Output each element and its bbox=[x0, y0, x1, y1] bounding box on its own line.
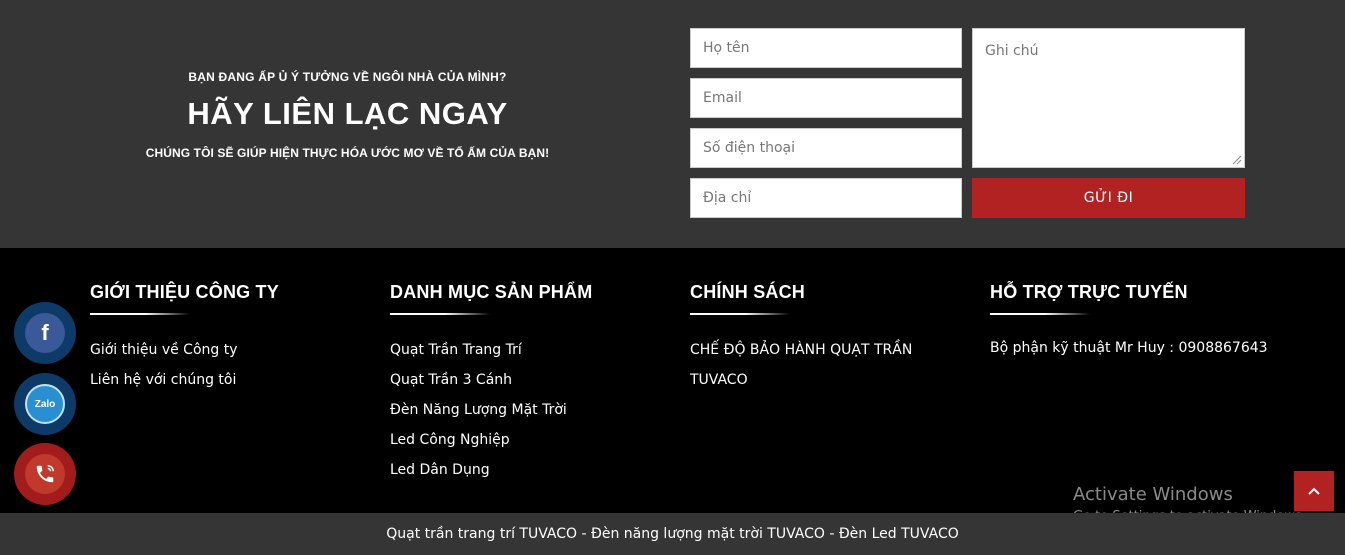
note-textarea[interactable]: Ghi chú bbox=[972, 28, 1245, 168]
contact-kicker: BẠN ĐANG ẤP Ủ Ý TƯỞNG VỀ NGÔI NHÀ CỦA MÌ… bbox=[188, 70, 507, 84]
name-placeholder: Họ tên bbox=[703, 40, 750, 56]
footer-link-text[interactable]: Liên hệ với chúng tôi bbox=[90, 372, 236, 388]
footer-link[interactable]: Quạt Trần 3 Cánh bbox=[390, 365, 680, 395]
footer-link[interactable]: CHẾ ĐỘ BẢO HÀNH QUẠT TRẦN TUVACO bbox=[690, 335, 930, 395]
footer-column-about: GIỚI THIỆU CÔNG TY Giới thiệu về Công ty… bbox=[90, 282, 380, 395]
note-placeholder: Ghi chú bbox=[985, 43, 1039, 59]
phone-ring-icon bbox=[36, 465, 54, 483]
footer-link[interactable]: Giới thiệu về Công ty bbox=[90, 335, 380, 365]
facebook-button[interactable]: f bbox=[14, 302, 76, 364]
footer: GIỚI THIỆU CÔNG TY Giới thiệu về Công ty… bbox=[0, 248, 1345, 513]
address-placeholder: Địa chỉ bbox=[703, 190, 752, 206]
footer-link-text[interactable]: Quạt Trần 3 Cánh bbox=[390, 372, 512, 388]
watermark-title: Activate Windows bbox=[1073, 484, 1233, 505]
footer-column-policy: CHÍNH SÁCH CHẾ ĐỘ BẢO HÀNH QUẠT TRẦN TUV… bbox=[690, 282, 930, 395]
heading-underline bbox=[90, 313, 190, 315]
phone-placeholder: Số điện thoại bbox=[703, 140, 796, 156]
contact-cta: BẠN ĐANG ẤP Ủ Ý TƯỞNG VỀ NGÔI NHÀ CỦA MÌ… bbox=[95, 70, 600, 160]
resize-handle-icon[interactable] bbox=[1232, 155, 1242, 165]
bottom-bar: Quạt trần trang trí TUVACO - Đèn năng lư… bbox=[0, 513, 1345, 555]
call-button[interactable] bbox=[14, 443, 76, 505]
footer-link-text[interactable]: Led Công Nghiệp bbox=[390, 432, 510, 448]
phone-input[interactable]: Số điện thoại bbox=[690, 128, 962, 168]
phone-icon bbox=[25, 454, 65, 494]
footer-heading: GIỚI THIỆU CÔNG TY bbox=[90, 282, 279, 302]
footer-links: Giới thiệu về Công ty Liên hệ với chúng … bbox=[90, 335, 380, 395]
back-to-top-button[interactable] bbox=[1294, 471, 1334, 511]
name-input[interactable]: Họ tên bbox=[690, 28, 962, 68]
footer-link[interactable]: Đèn Năng Lượng Mặt Trời bbox=[390, 395, 680, 425]
email-placeholder: Email bbox=[703, 90, 742, 106]
footer-column-products: DANH MỤC SẢN PHẨM Quạt Trần Trang Trí Qu… bbox=[390, 282, 680, 485]
footer-column-support: HỖ TRỢ TRỰC TUYẾN Bộ phận kỹ thuật Mr Hu… bbox=[990, 282, 1280, 363]
chevron-up-icon bbox=[1308, 487, 1320, 495]
footer-link[interactable]: Liên hệ với chúng tôi bbox=[90, 365, 380, 395]
address-input[interactable]: Địa chỉ bbox=[690, 178, 962, 218]
footer-link-text[interactable]: Giới thiệu về Công ty bbox=[90, 342, 238, 358]
footer-link[interactable]: Led Dân Dụng bbox=[390, 455, 680, 485]
zalo-icon: Zalo bbox=[25, 384, 65, 424]
footer-link[interactable]: Quạt Trần Trang Trí bbox=[390, 335, 680, 365]
footer-heading: CHÍNH SÁCH bbox=[690, 282, 806, 302]
footer-link-text[interactable]: Led Dân Dụng bbox=[390, 462, 490, 478]
heading-underline bbox=[390, 313, 490, 315]
email-input[interactable]: Email bbox=[690, 78, 962, 118]
facebook-icon: f bbox=[25, 313, 65, 353]
submit-button[interactable]: GỬI ĐI bbox=[972, 178, 1245, 218]
footer-links: Bộ phận kỹ thuật Mr Huy : 0908867643 bbox=[990, 333, 1280, 363]
heading-underline bbox=[990, 313, 1090, 315]
footer-links: Quạt Trần Trang Trí Quạt Trần 3 Cánh Đèn… bbox=[390, 335, 680, 485]
contact-section: BẠN ĐANG ẤP Ủ Ý TƯỞNG VỀ NGÔI NHÀ CỦA MÌ… bbox=[0, 0, 1345, 248]
heading-underline bbox=[690, 313, 790, 315]
bottom-bar-text: Quạt trần trang trí TUVACO - Đèn năng lư… bbox=[386, 526, 959, 542]
zalo-label: Zalo bbox=[34, 398, 56, 410]
footer-link[interactable]: Led Công Nghiệp bbox=[390, 425, 680, 455]
footer-link-text[interactable]: Đèn Năng Lượng Mặt Trời bbox=[390, 402, 567, 418]
footer-link-text[interactable]: CHẾ ĐỘ BẢO HÀNH QUẠT TRẦN TUVACO bbox=[690, 342, 912, 388]
zalo-button[interactable]: Zalo bbox=[14, 373, 76, 435]
footer-heading: HỖ TRỢ TRỰC TUYẾN bbox=[990, 282, 1188, 302]
footer-link-text[interactable]: Quạt Trần Trang Trí bbox=[390, 342, 522, 358]
contact-headline: HÃY LIÊN LẠC NGAY bbox=[187, 96, 508, 131]
support-contact: Bộ phận kỹ thuật Mr Huy : 0908867643 bbox=[990, 340, 1268, 356]
contact-subline: CHÚNG TÔI SẼ GIÚP HIỆN THỰC HÓA ƯỚC MƠ V… bbox=[145, 146, 550, 160]
footer-links: CHẾ ĐỘ BẢO HÀNH QUẠT TRẦN TUVACO bbox=[690, 335, 930, 395]
footer-heading: DANH MỤC SẢN PHẨM bbox=[390, 282, 593, 302]
